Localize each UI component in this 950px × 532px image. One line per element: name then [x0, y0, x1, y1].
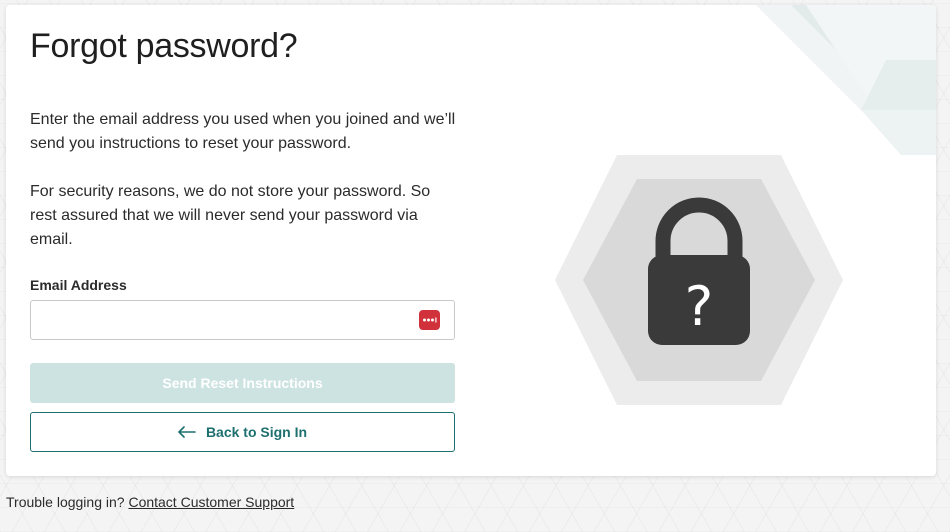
footer-prefix: Trouble logging in? [6, 494, 125, 510]
page-title: Forgot password? [30, 27, 298, 65]
send-button-label: Send Reset Instructions [162, 375, 323, 391]
arrow-left-icon [178, 426, 196, 438]
forgot-password-card: Forgot password? Enter the email address… [6, 5, 936, 476]
email-field-wrapper [30, 300, 455, 340]
back-to-sign-in-button[interactable]: Back to Sign In [30, 412, 455, 452]
contact-support-link[interactable]: Contact Customer Support [128, 494, 294, 510]
email-label: Email Address [30, 277, 127, 293]
intro-text: Enter the email address you used when yo… [30, 111, 456, 152]
back-button-label: Back to Sign In [205, 424, 308, 440]
question-mark: ? [685, 275, 714, 338]
password-manager-icon[interactable] [419, 310, 440, 330]
email-field[interactable] [31, 301, 421, 337]
security-note: For security reasons, we do not store yo… [30, 183, 431, 248]
send-reset-instructions-button[interactable]: Send Reset Instructions [30, 363, 455, 403]
lock-illustration: ? [555, 155, 843, 405]
footer-help: Trouble logging in? Contact Customer Sup… [6, 494, 294, 510]
